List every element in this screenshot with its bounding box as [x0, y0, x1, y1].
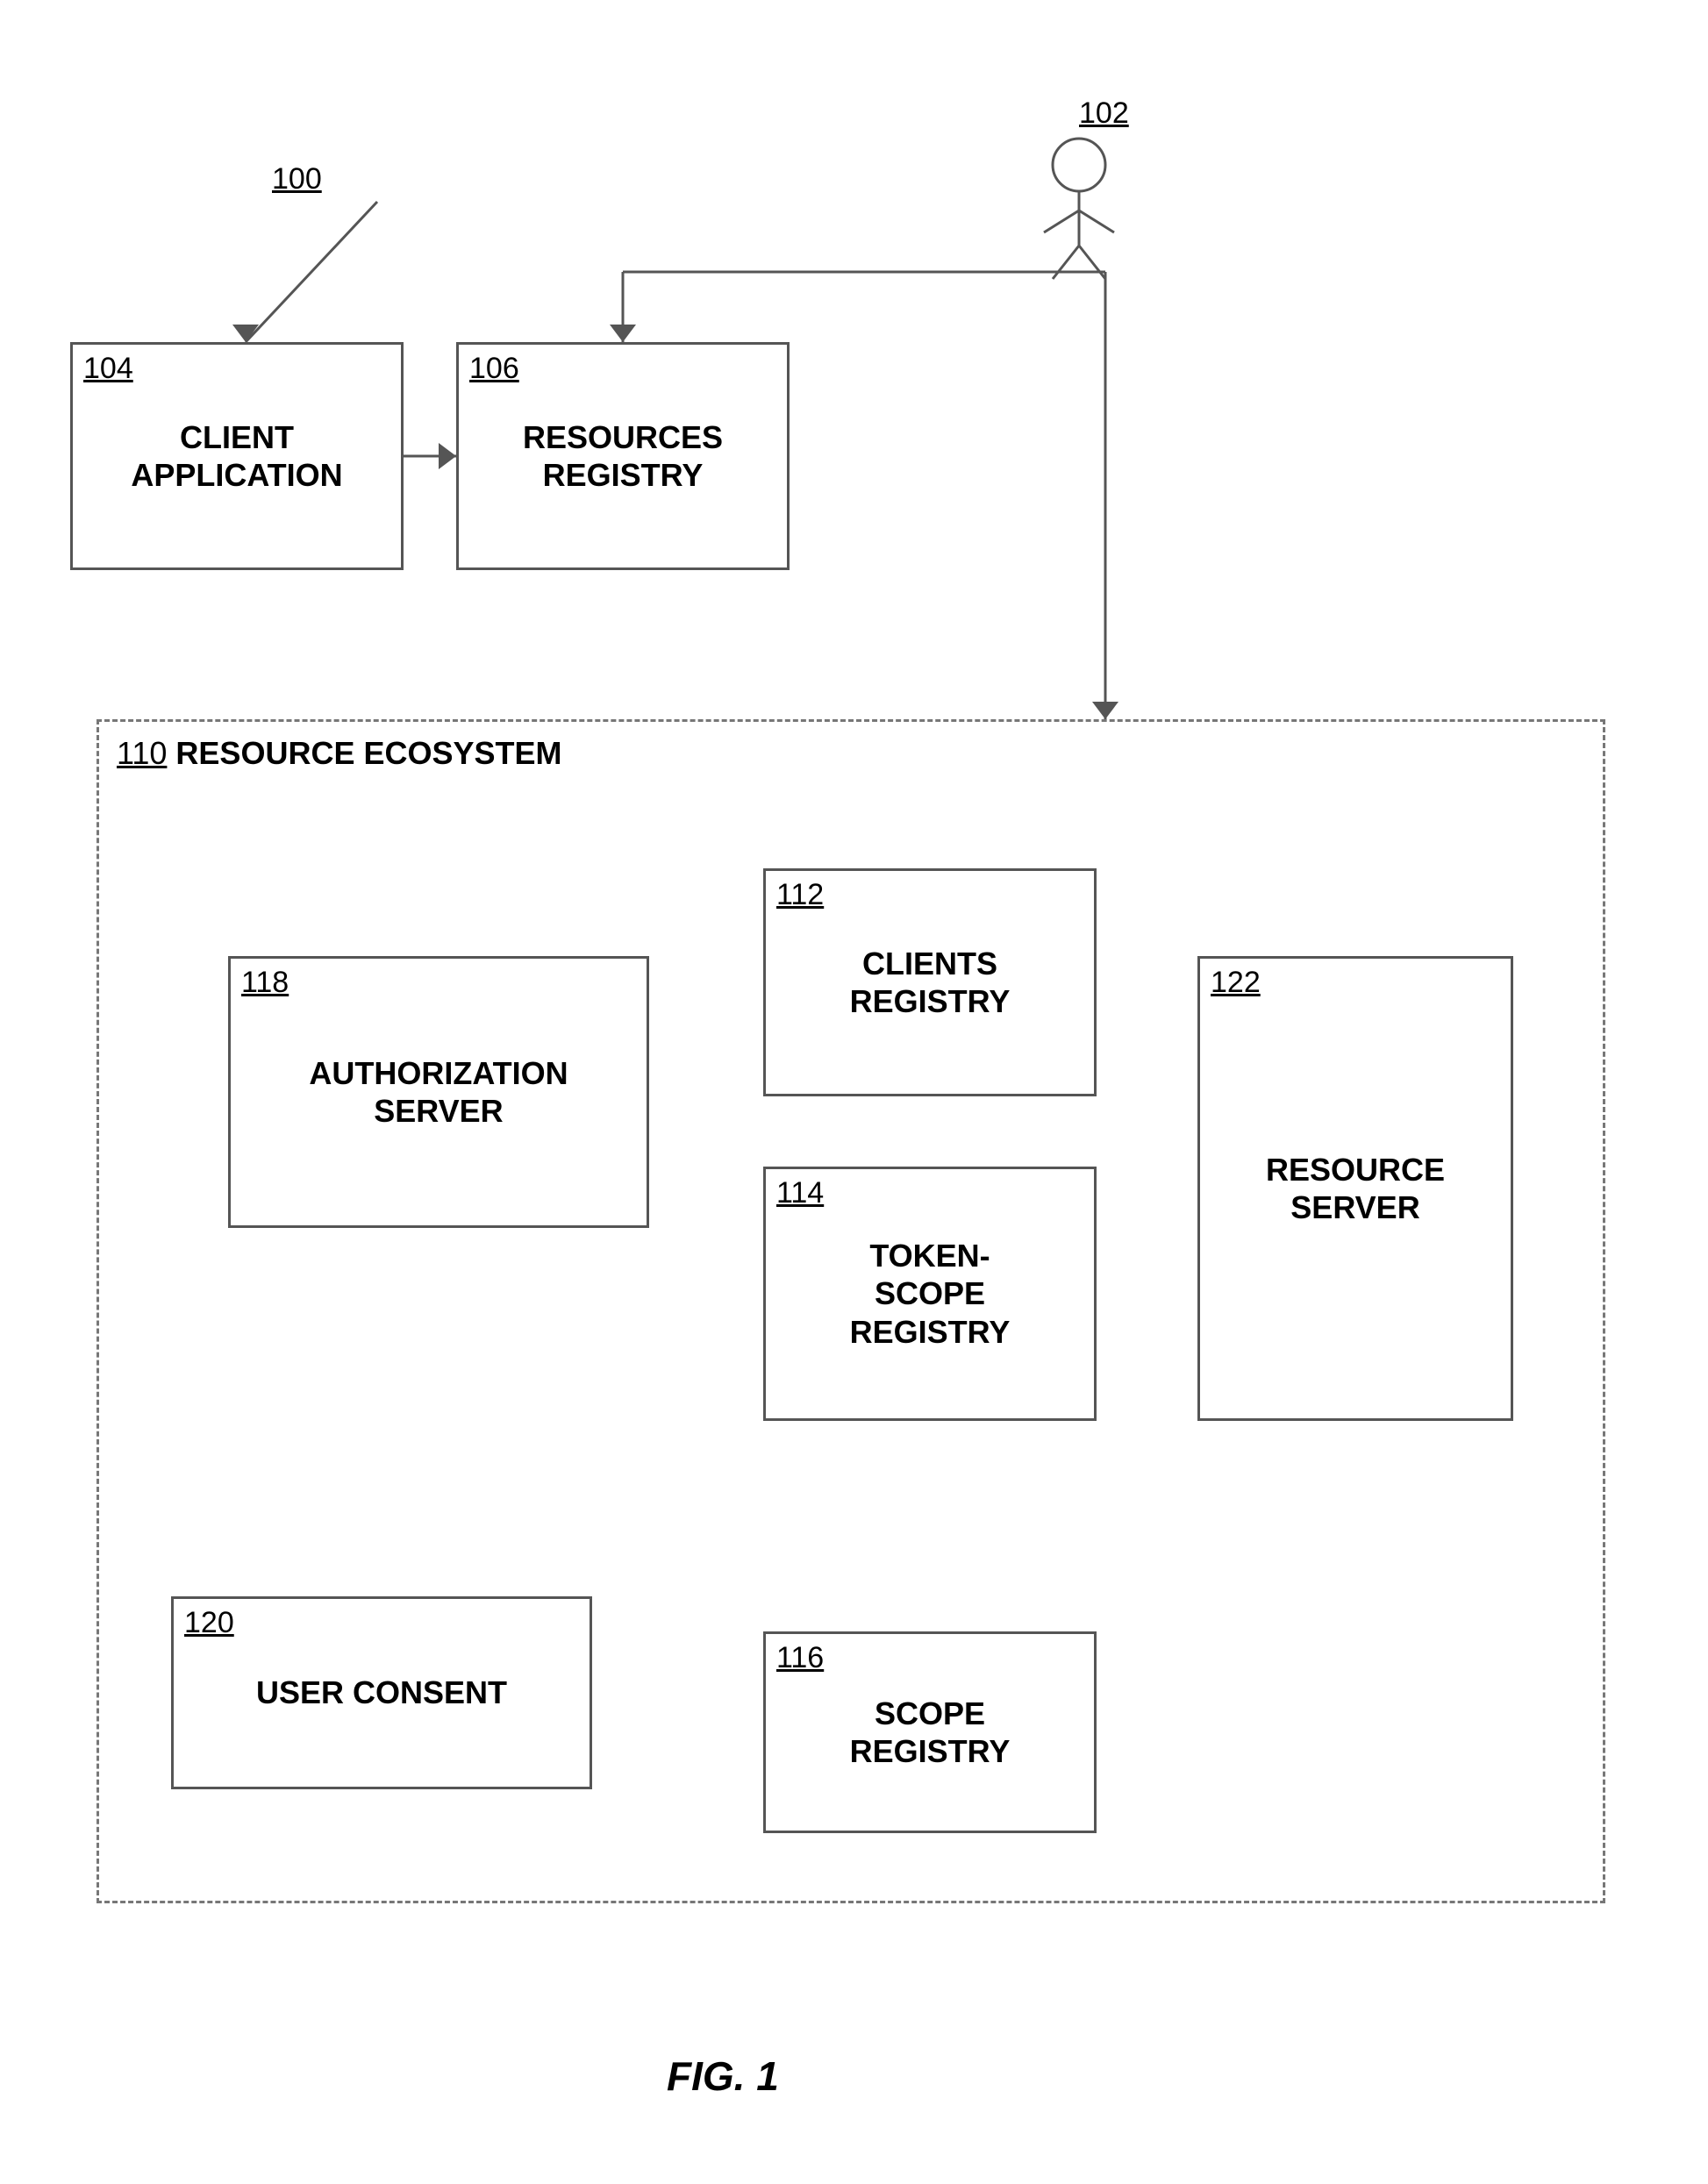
box-114-number: 114: [776, 1176, 824, 1210]
box-118-label: AUTHORIZATIONSERVER: [309, 1054, 568, 1130]
box-116-number: 116: [776, 1641, 824, 1675]
ref-102: 102: [1079, 96, 1129, 131]
figure-caption: FIG. 1: [667, 2052, 779, 2100]
box-120-user-consent: 120 USER CONSENT: [171, 1596, 592, 1789]
box-122-label: RESOURCESERVER: [1266, 1151, 1445, 1226]
box-116-label: SCOPEREGISTRY: [850, 1695, 1011, 1770]
ref-100: 100: [272, 162, 322, 196]
box-118-authorization-server: 118 AUTHORIZATIONSERVER: [228, 956, 649, 1228]
box-112-label: CLIENTSREGISTRY: [850, 945, 1011, 1020]
box-104-number: 104: [83, 352, 133, 386]
box-122-number: 122: [1211, 966, 1261, 1000]
box-120-label: USER CONSENT: [256, 1674, 507, 1711]
box-106-resources-registry: 106 RESOURCESREGISTRY: [456, 342, 790, 570]
box-104-label: CLIENTAPPLICATION: [131, 418, 342, 494]
box-118-number: 118: [241, 966, 289, 1000]
diagram: 100 102 104 CLIENTAPPLICATION 106 RESOUR…: [0, 0, 1708, 2184]
box-104-client-application: 104 CLIENTAPPLICATION: [70, 342, 404, 570]
box-120-number: 120: [184, 1606, 234, 1640]
box-112-number: 112: [776, 878, 824, 912]
box-114-label: TOKEN-SCOPEREGISTRY: [850, 1237, 1011, 1351]
box-106-number: 106: [469, 352, 519, 386]
box-116-scope-registry: 116 SCOPEREGISTRY: [763, 1631, 1097, 1833]
box-106-label: RESOURCESREGISTRY: [523, 418, 723, 494]
box-110-number: 110 RESOURCE ECOSYSTEM: [117, 735, 562, 772]
box-122-resource-server: 122 RESOURCESERVER: [1197, 956, 1513, 1421]
person-icon: [1026, 132, 1132, 281]
box-112-clients-registry: 112 CLIENTSREGISTRY: [763, 868, 1097, 1096]
box-114-token-scope-registry: 114 TOKEN-SCOPEREGISTRY: [763, 1167, 1097, 1421]
